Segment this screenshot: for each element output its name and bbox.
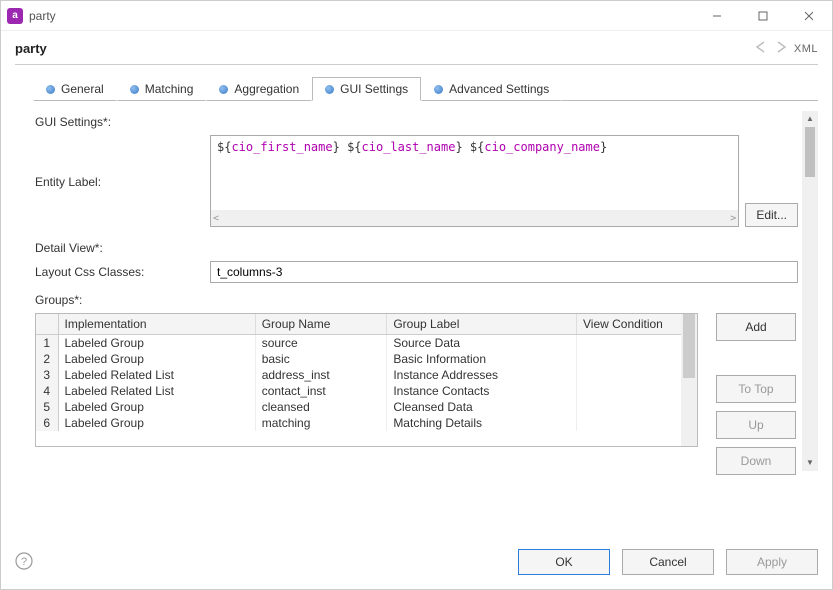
col-view-condition[interactable]: View Condition <box>577 314 697 335</box>
col-implementation[interactable]: Implementation <box>58 314 255 335</box>
tab-general[interactable]: General <box>33 77 117 101</box>
edit-button[interactable]: Edit... <box>745 203 798 227</box>
rownum: 1 <box>36 335 58 352</box>
layout-css-input[interactable] <box>210 261 798 283</box>
cell-implementation: Labeled Group <box>58 415 255 431</box>
down-button[interactable]: Down <box>716 447 796 475</box>
tab-label: GUI Settings <box>340 82 408 96</box>
ok-button[interactable]: OK <box>518 549 610 575</box>
detail-view-label: Detail View*: <box>35 237 210 255</box>
entity-label-caption: Entity Label: <box>35 135 210 189</box>
cell-view-condition <box>577 383 697 399</box>
bullet-icon <box>46 85 55 94</box>
cell-view-condition <box>577 399 697 415</box>
bullet-icon <box>219 85 228 94</box>
cell-implementation: Labeled Related List <box>58 367 255 383</box>
to-top-button[interactable]: To Top <box>716 375 796 403</box>
table-row[interactable]: 1Labeled GroupsourceSource Data <box>36 335 697 352</box>
up-button[interactable]: Up <box>716 411 796 439</box>
table-row[interactable]: 2Labeled GroupbasicBasic Information <box>36 351 697 367</box>
groups-label: Groups*: <box>35 289 82 307</box>
app-icon: a <box>7 8 23 24</box>
bullet-icon <box>434 85 443 94</box>
col-rownum <box>36 314 58 335</box>
cell-group-label: Cleansed Data <box>387 399 577 415</box>
rownum: 2 <box>36 351 58 367</box>
cell-group-name: address_inst <box>255 367 387 383</box>
close-button[interactable] <box>786 1 832 31</box>
cell-view-condition <box>577 335 697 352</box>
cell-group-label: Instance Contacts <box>387 383 577 399</box>
minimize-button[interactable] <box>694 1 740 31</box>
nav-back-icon[interactable] <box>754 41 768 56</box>
cancel-button[interactable]: Cancel <box>622 549 714 575</box>
bullet-icon <box>130 85 139 94</box>
col-group-label[interactable]: Group Label <box>387 314 577 335</box>
apply-button[interactable]: Apply <box>726 549 818 575</box>
rownum: 6 <box>36 415 58 431</box>
tab-aggregation[interactable]: Aggregation <box>206 77 312 101</box>
nav-forward-icon[interactable] <box>774 41 788 56</box>
tab-label: General <box>61 82 104 96</box>
tab-label: Matching <box>145 82 194 96</box>
cell-group-name: source <box>255 335 387 352</box>
cell-group-label: Basic Information <box>387 351 577 367</box>
window-title: party <box>23 9 694 23</box>
cell-implementation: Labeled Related List <box>58 383 255 399</box>
content-scrollbar[interactable]: ▲ ▼ <box>802 111 818 471</box>
cell-view-condition <box>577 351 697 367</box>
cell-group-name: contact_inst <box>255 383 387 399</box>
table-row[interactable]: 3Labeled Related Listaddress_instInstanc… <box>36 367 697 383</box>
tab-label: Advanced Settings <box>449 82 549 96</box>
cell-group-name: cleansed <box>255 399 387 415</box>
cell-implementation: Labeled Group <box>58 335 255 352</box>
page-title: party <box>15 41 754 56</box>
tab-gui-settings[interactable]: GUI Settings <box>312 77 421 101</box>
cell-group-name: matching <box>255 415 387 431</box>
col-group-name[interactable]: Group Name <box>255 314 387 335</box>
hscroll[interactable]: <> <box>211 210 738 226</box>
svg-text:?: ? <box>21 556 27 568</box>
cell-implementation: Labeled Group <box>58 351 255 367</box>
table-row[interactable]: 6Labeled GroupmatchingMatching Details <box>36 415 697 431</box>
cell-group-label: Instance Addresses <box>387 367 577 383</box>
help-icon[interactable]: ? <box>15 552 506 573</box>
xml-link[interactable]: XML <box>794 43 818 55</box>
cell-group-label: Source Data <box>387 335 577 352</box>
cell-group-label: Matching Details <box>387 415 577 431</box>
cell-view-condition <box>577 415 697 431</box>
layout-css-label: Layout Css Classes: <box>35 261 210 279</box>
rownum: 5 <box>36 399 58 415</box>
tab-label: Aggregation <box>234 82 299 96</box>
table-scrollbar[interactable]: ▲ <box>681 314 697 446</box>
table-row[interactable]: 5Labeled GroupcleansedCleansed Data <box>36 399 697 415</box>
table-row[interactable]: 4Labeled Related Listcontact_instInstanc… <box>36 383 697 399</box>
section-label: GUI Settings*: <box>35 111 210 129</box>
maximize-button[interactable] <box>740 1 786 31</box>
cell-implementation: Labeled Group <box>58 399 255 415</box>
entity-label-editor[interactable]: ${cio_first_name} ${cio_last_name} ${cio… <box>210 135 739 227</box>
tab-bar: General Matching Aggregation GUI Setting… <box>33 77 818 101</box>
bullet-icon <box>325 85 334 94</box>
tab-matching[interactable]: Matching <box>117 77 207 101</box>
cell-group-name: basic <box>255 351 387 367</box>
rownum: 3 <box>36 367 58 383</box>
tab-advanced-settings[interactable]: Advanced Settings <box>421 77 562 101</box>
cell-view-condition <box>577 367 697 383</box>
rownum: 4 <box>36 383 58 399</box>
add-button[interactable]: Add <box>716 313 796 341</box>
groups-table[interactable]: Implementation Group Name Group Label Vi… <box>35 313 698 447</box>
